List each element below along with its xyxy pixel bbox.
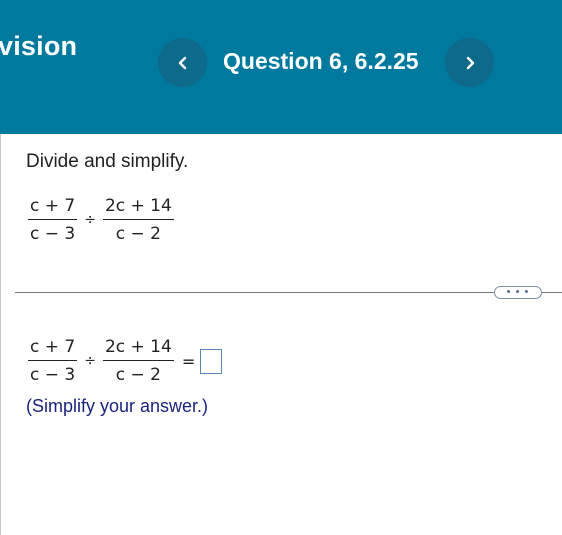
next-question-button[interactable] bbox=[445, 38, 494, 87]
answer-fraction-2: 2c + 14 c − 2 bbox=[102, 337, 174, 385]
fraction-denominator: c − 2 bbox=[115, 365, 161, 385]
fraction-numerator: 2c + 14 bbox=[102, 337, 174, 361]
ellipsis-icon: • • • bbox=[506, 286, 530, 298]
fraction-numerator: c + 7 bbox=[28, 337, 78, 361]
question-content: Divide and simplify. c + 7 c − 3 ÷ 2c + … bbox=[0, 134, 562, 535]
question-prompt: Divide and simplify. bbox=[26, 151, 189, 172]
fraction-numerator: c + 7 bbox=[28, 196, 78, 220]
question-label: Question 6, 6.2.25 bbox=[223, 48, 419, 74]
answer-fraction-1: c + 7 c − 3 bbox=[28, 337, 78, 385]
header-title: vision bbox=[0, 31, 78, 61]
problem-fraction-2: 2c + 14 c − 2 bbox=[102, 196, 174, 244]
chevron-left-icon bbox=[178, 56, 186, 69]
problem-fraction-1: c + 7 c − 3 bbox=[28, 196, 78, 244]
previous-question-button[interactable] bbox=[158, 38, 207, 87]
more-options-button[interactable]: • • • bbox=[494, 286, 542, 299]
fraction-denominator: c − 2 bbox=[115, 224, 161, 244]
section-divider bbox=[15, 292, 562, 293]
division-operator: ÷ bbox=[84, 212, 96, 228]
division-operator: ÷ bbox=[84, 353, 96, 369]
header-bar: vision Question 6, 6.2.25 bbox=[0, 0, 562, 134]
fraction-denominator: c − 3 bbox=[30, 365, 76, 385]
answer-expression: c + 7 c − 3 ÷ 2c + 14 c − 2 = bbox=[28, 337, 223, 385]
chevron-right-icon bbox=[466, 56, 474, 69]
answer-input[interactable] bbox=[200, 348, 223, 374]
answer-hint: (Simplify your answer.) bbox=[26, 396, 209, 416]
problem-expression: c + 7 c − 3 ÷ 2c + 14 c − 2 bbox=[28, 196, 174, 244]
equals-sign: = bbox=[181, 351, 196, 371]
fraction-numerator: 2c + 14 bbox=[102, 196, 174, 220]
fraction-denominator: c − 3 bbox=[30, 224, 76, 244]
